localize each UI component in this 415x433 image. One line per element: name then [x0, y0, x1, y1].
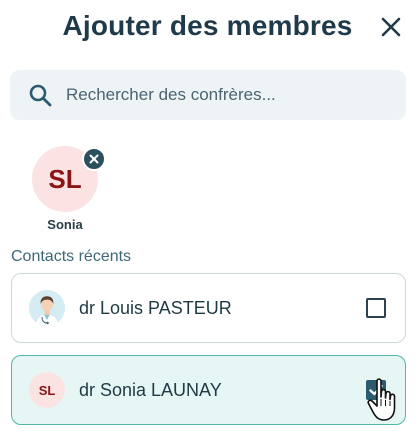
- check-icon: [369, 384, 383, 396]
- avatar: SL: [29, 372, 65, 408]
- doctor-avatar-icon: [29, 290, 65, 326]
- close-icon[interactable]: [89, 154, 99, 164]
- close-icon[interactable]: [381, 17, 401, 37]
- contact-checkbox[interactable]: [366, 380, 386, 400]
- remove-member-button[interactable]: [82, 147, 106, 171]
- selected-member-name: Sonia: [47, 217, 83, 232]
- close-button[interactable]: [376, 12, 406, 42]
- contact-row-sonia-launay[interactable]: SL dr Sonia LAUNAY: [11, 355, 406, 425]
- selected-member-chip: SL Sonia: [32, 146, 106, 232]
- section-label-recent-contacts: Contacts récents: [11, 248, 132, 265]
- avatar: [29, 290, 65, 326]
- search-bar[interactable]: [10, 70, 406, 120]
- contact-name: dr Louis PASTEUR: [79, 297, 232, 318]
- search-icon: [29, 84, 52, 107]
- search-input[interactable]: [66, 85, 386, 105]
- page-title: Ajouter des membres: [62, 10, 353, 41]
- contact-checkbox[interactable]: [366, 298, 386, 318]
- contact-row-louis-pasteur[interactable]: dr Louis PASTEUR: [11, 273, 406, 343]
- contact-name: dr Sonia LAUNAY: [79, 379, 222, 400]
